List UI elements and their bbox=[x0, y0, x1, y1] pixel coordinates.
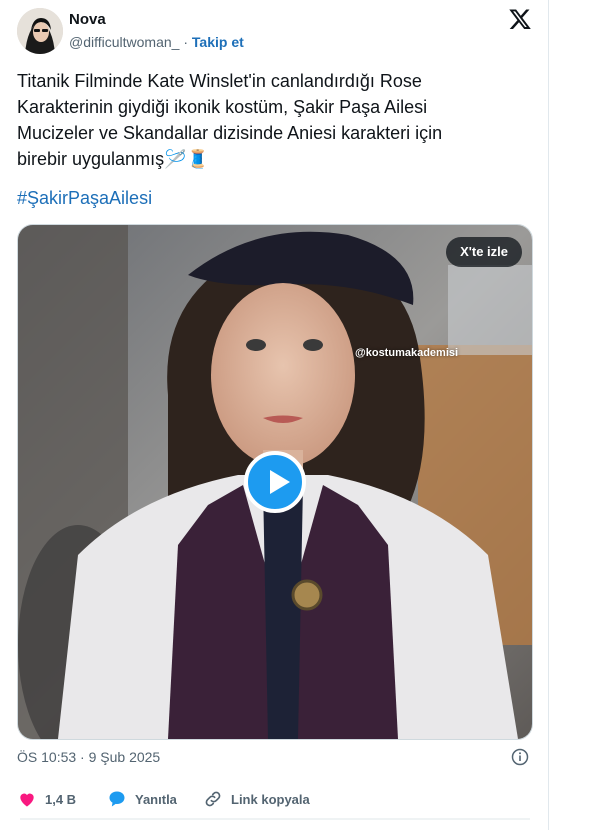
watch-on-x-button[interactable]: X'te izle bbox=[446, 237, 522, 267]
follow-link[interactable]: Takip et bbox=[192, 34, 244, 50]
video-watermark: @kostumakademisi bbox=[355, 347, 459, 359]
like-button[interactable]: 1,4 B bbox=[17, 788, 76, 810]
heart-icon bbox=[20, 793, 34, 807]
link-icon bbox=[205, 791, 221, 807]
tweet-text: Titanik Filminde Kate Winslet'in canland… bbox=[17, 71, 443, 169]
separator: · bbox=[183, 34, 189, 50]
like-count: 1,4 B bbox=[45, 791, 77, 807]
author-handle-row: @difficultwoman_ · Takip et bbox=[69, 34, 244, 50]
reply-label: Yanıtla bbox=[135, 791, 177, 807]
author-handle[interactable]: @difficultwoman_ bbox=[69, 34, 179, 50]
tweet-timestamp[interactable]: ÖS 10:53 · 9 Şub 2025 bbox=[17, 749, 160, 765]
reply-bubble-icon bbox=[109, 791, 125, 807]
video-player[interactable]: X'te izle @kostumakademisi bbox=[17, 224, 533, 740]
author-avatar[interactable] bbox=[17, 8, 63, 54]
play-button[interactable] bbox=[244, 451, 306, 513]
info-icon[interactable] bbox=[511, 748, 529, 766]
hashtag-link[interactable]: #ŞakirPaşaAilesi bbox=[17, 188, 152, 209]
author-name[interactable]: Nova bbox=[69, 11, 106, 28]
reply-button[interactable]: Yanıtla bbox=[107, 788, 177, 810]
copy-link-button[interactable]: Link kopyala bbox=[203, 788, 310, 810]
x-logo-icon[interactable] bbox=[508, 7, 532, 31]
tweet-card: Nova @difficultwoman_ · Takip et Titanik… bbox=[0, 0, 549, 830]
copy-link-label: Link kopyala bbox=[231, 791, 310, 807]
